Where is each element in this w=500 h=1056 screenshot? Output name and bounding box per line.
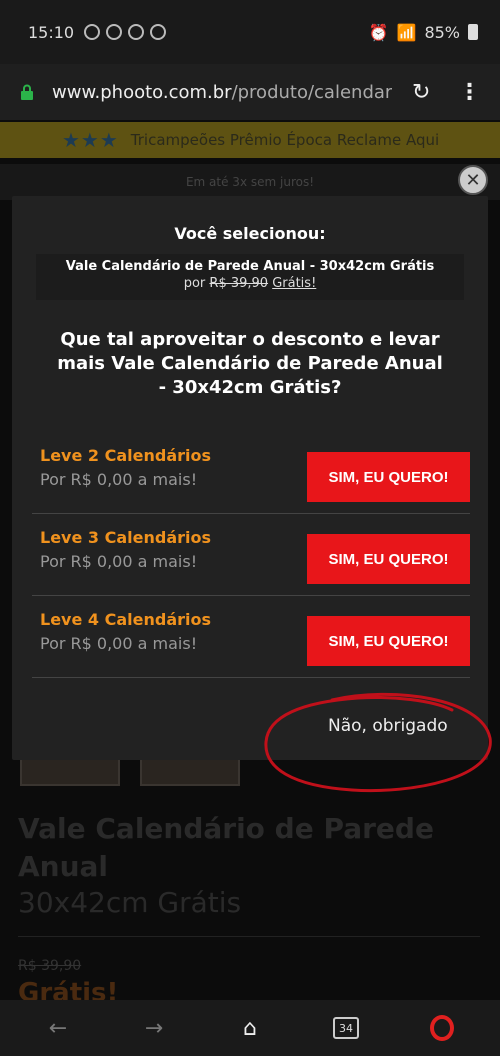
old-price: R$ 39,90 — [209, 276, 269, 291]
accept-offer-button[interactable]: SIM, EU QUERO! — [307, 452, 470, 502]
product-title: Vale Calendário de Parede Anual — [18, 812, 434, 883]
notification-icons — [84, 24, 167, 40]
url-path: /produto/calendari — [231, 81, 392, 103]
award-banner: ★★★ Tricampeões Prêmio Época Reclame Aqu… — [0, 122, 500, 158]
selected-product-box: Vale Calendário de Parede Anual - 30x42c… — [36, 254, 464, 300]
wifi-icon: 📶 — [396, 22, 417, 42]
opera-logo-icon — [430, 1015, 454, 1041]
accept-offer-button[interactable]: SIM, EU QUERO! — [307, 616, 470, 666]
offer-title: Leve 4 Calendários — [40, 610, 212, 629]
status-time: 15:10 — [28, 22, 75, 42]
decline-link[interactable]: Não, obrigado — [328, 716, 448, 736]
divider — [18, 936, 480, 937]
opera-menu-button[interactable] — [422, 1008, 462, 1048]
old-price: R$ 39,90 — [18, 958, 82, 974]
price-prefix: por — [183, 276, 206, 291]
browser-bottom-nav: ← → ⌂ 34 — [0, 1000, 500, 1056]
notification-icon — [84, 24, 101, 40]
url-text[interactable]: www.phooto.com.br/produto/calendari — [52, 82, 392, 103]
menu-icon[interactable]: ⋮ — [458, 80, 480, 105]
forward-arrow-icon[interactable]: → — [134, 1008, 174, 1048]
product-subtitle: 30x42cm Grátis — [18, 886, 242, 919]
url-domain: www.phooto.com.br — [52, 81, 232, 103]
upsell-modal: Você selecionou: Vale Calendário de Pare… — [12, 196, 488, 760]
refresh-icon[interactable]: ↻ — [412, 80, 430, 105]
back-arrow-icon[interactable]: ← — [38, 1008, 78, 1048]
offer-price: Por R$ 0,00 a mais! — [40, 552, 198, 571]
notification-icon — [128, 24, 145, 40]
stars-icon: ★★★ — [62, 128, 119, 152]
alarm-icon: ⏰ — [368, 22, 389, 42]
offer-price: Por R$ 0,00 a mais! — [40, 470, 198, 489]
installments-text: Em até 3x sem juros! — [0, 164, 500, 200]
offer-row: Leve 4 Calendários Por R$ 0,00 a mais! S… — [32, 596, 470, 678]
offer-row: Leve 2 Calendários Por R$ 0,00 a mais! S… — [32, 432, 470, 514]
notification-icon — [106, 24, 123, 40]
offer-title: Leve 2 Calendários — [40, 446, 212, 465]
accept-offer-button[interactable]: SIM, EU QUERO! — [307, 534, 470, 584]
home-icon[interactable]: ⌂ — [230, 1008, 270, 1048]
notification-icon — [150, 24, 167, 40]
close-icon[interactable]: ✕ — [458, 165, 488, 195]
battery-level: 85% — [424, 22, 460, 42]
offer-title: Leve 3 Calendários — [40, 528, 212, 547]
offer-price: Por R$ 0,00 a mais! — [40, 634, 198, 653]
selected-product-price: por R$ 39,90 Grátis! — [36, 276, 464, 291]
address-bar[interactable]: www.phooto.com.br/produto/calendari ↻ ⋮ — [0, 64, 500, 120]
offer-row: Leve 3 Calendários Por R$ 0,00 a mais! S… — [32, 514, 470, 596]
tabs-button[interactable]: 34 — [326, 1008, 366, 1048]
new-price: Grátis! — [272, 276, 317, 291]
battery-icon — [468, 24, 478, 40]
upsell-question: Que tal aproveitar o desconto e levar ma… — [57, 329, 443, 398]
banner-text: Tricampeões Prêmio Época Reclame Aqui — [130, 131, 440, 149]
lock-icon — [21, 84, 33, 100]
selected-product-name: Vale Calendário de Parede Anual - 30x42c… — [65, 259, 435, 274]
tabs-count: 34 — [333, 1017, 359, 1039]
selected-heading: Você selecionou: — [174, 224, 326, 243]
status-bar: 15:10 ⏰ 📶 85% — [0, 0, 500, 64]
